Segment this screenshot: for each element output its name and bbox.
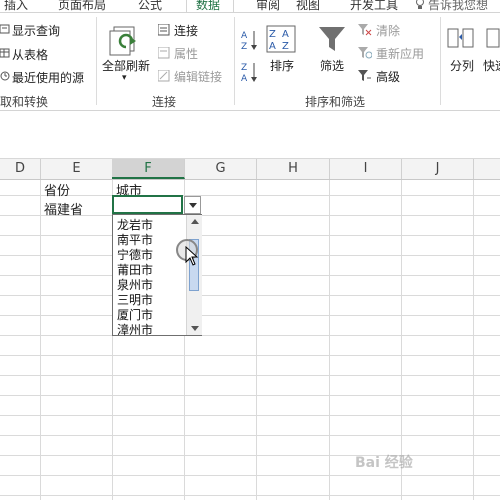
show-queries-button[interactable]: 显示查询 — [12, 22, 60, 39]
clear-filter-icon — [358, 24, 372, 36]
active-cell-f2[interactable] — [112, 195, 183, 214]
dropdown-arrow-button[interactable] — [184, 196, 201, 214]
list-item[interactable]: 漳州市 — [117, 321, 153, 338]
svg-text:Z: Z — [282, 41, 289, 52]
properties-icon — [158, 47, 170, 59]
column-header-row: D E F G H I J — [0, 159, 500, 180]
advanced-button[interactable]: 高级 — [376, 68, 400, 85]
flash-fill-icon — [486, 28, 500, 48]
group-separator — [440, 17, 441, 105]
tab-formulas[interactable]: 公式 — [138, 0, 162, 13]
refresh-all-icon — [109, 26, 136, 56]
tab-developer[interactable]: 开发工具 — [350, 0, 398, 13]
column-header-d[interactable]: D — [0, 159, 41, 179]
tab-view[interactable]: 视图 — [296, 0, 320, 13]
edit-links-icon — [158, 70, 170, 82]
tab-review[interactable]: 审阅 — [256, 0, 280, 13]
svg-text:A: A — [241, 74, 248, 83]
scroll-up-icon[interactable] — [191, 219, 199, 224]
watermark: Bai 经验 — [355, 455, 413, 471]
column-header-j[interactable]: J — [402, 159, 474, 179]
formula-bar-area — [0, 111, 500, 159]
advanced-filter-icon — [358, 70, 371, 81]
svg-text:A: A — [269, 41, 276, 52]
tab-data[interactable]: 数据 — [196, 0, 220, 13]
group-label-get-transform: 取和转换 — [0, 95, 49, 109]
ribbon: 显示查询 从表格 最近使用的源 取和转换 全部刷新 ▾ 连接 属性 编辑链接 连… — [0, 13, 500, 111]
column-header-h[interactable]: H — [257, 159, 330, 179]
ribbon-tab-bar: 插入 页面布局 公式 数据 审阅 视图 开发工具 告诉我您想 — [0, 0, 500, 13]
sort-descending-icon[interactable]: Z A — [241, 61, 259, 83]
cell-e1[interactable]: 省份 — [44, 180, 70, 199]
clear-button[interactable]: 清除 — [376, 22, 400, 39]
worksheet-grid[interactable] — [0, 180, 500, 500]
sort-ascending-icon[interactable]: A Z — [241, 29, 259, 51]
recent-sources-icon — [0, 71, 10, 81]
flash-fill-button[interactable]: 快速 — [483, 57, 500, 74]
validation-dropdown-list[interactable]: 龙岩市 南平市 宁德市 莆田市 泉州市 三明市 厦门市 漳州市 — [112, 214, 202, 338]
recent-sources-button[interactable]: 最近使用的源 — [12, 69, 84, 86]
dropdown-scrollbar[interactable] — [186, 215, 202, 335]
filter-icon — [319, 27, 345, 51]
group-label-sort-filter: 排序和筛选 — [305, 95, 366, 109]
text-to-columns-icon — [447, 28, 474, 48]
properties-button[interactable]: 属性 — [174, 45, 198, 62]
column-header-i[interactable]: I — [330, 159, 402, 179]
chevron-down-icon[interactable]: ▾ — [122, 73, 127, 83]
edit-links-button[interactable]: 编辑链接 — [174, 68, 222, 85]
reapply-button[interactable]: 重新应用 — [376, 45, 424, 62]
show-queries-icon — [0, 24, 10, 34]
group-separator — [96, 17, 97, 105]
filter-button[interactable]: 筛选 — [320, 57, 344, 74]
from-table-icon — [0, 48, 10, 58]
mouse-pointer-icon — [185, 246, 199, 266]
column-header-g[interactable]: G — [185, 159, 257, 179]
sort-button[interactable]: 排序 — [270, 57, 294, 74]
svg-text:A: A — [282, 29, 289, 40]
from-table-button[interactable]: 从表格 — [12, 46, 48, 63]
tab-page-layout[interactable]: 页面布局 — [58, 0, 106, 13]
svg-text:Z: Z — [241, 63, 247, 73]
refresh-all-button[interactable]: 全部刷新 — [102, 57, 150, 74]
column-header-e[interactable]: E — [41, 159, 113, 179]
connections-icon — [158, 24, 170, 36]
svg-text:Z: Z — [241, 42, 247, 51]
group-separator — [234, 17, 235, 105]
reapply-icon — [358, 47, 372, 59]
cell-e2[interactable]: 福建省 — [44, 199, 83, 218]
group-label-connections: 连接 — [152, 95, 177, 109]
sort-dialog-icon: Z A A Z — [266, 25, 296, 53]
tell-me-search[interactable]: 告诉我您想 — [428, 0, 488, 13]
connections-button[interactable]: 连接 — [174, 22, 198, 39]
svg-text:A: A — [241, 31, 248, 41]
svg-text:Z: Z — [269, 29, 276, 40]
scroll-down-icon[interactable] — [191, 326, 199, 331]
column-header-f[interactable]: F — [112, 159, 185, 179]
text-to-columns-button[interactable]: 分列 — [450, 57, 474, 74]
lightbulb-icon — [416, 0, 424, 9]
tab-insert[interactable]: 插入 — [4, 0, 28, 13]
